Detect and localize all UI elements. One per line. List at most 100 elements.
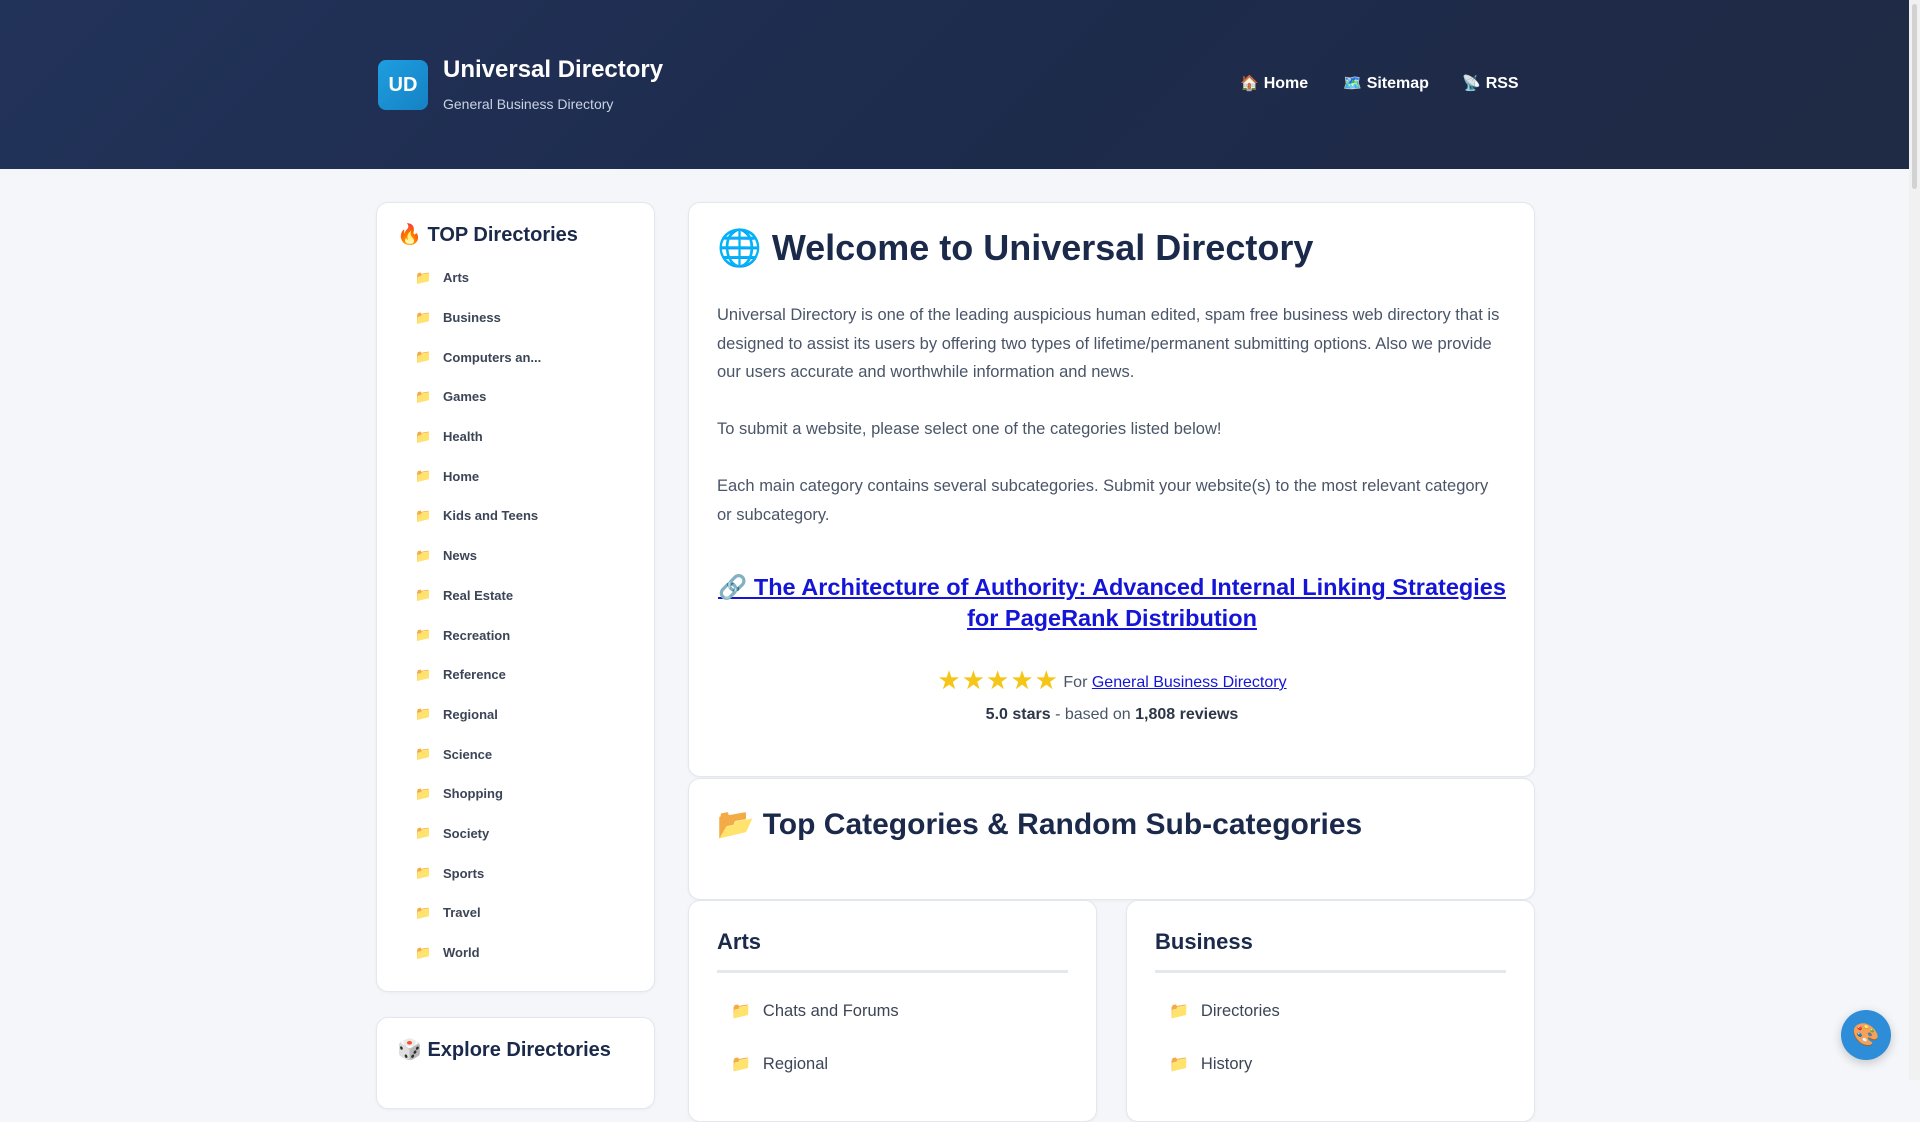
page-scrollbar[interactable] — [1909, 0, 1920, 1080]
rating-review-count: 1,808 reviews — [1135, 706, 1239, 723]
sidebar-item-label: Recreation — [443, 627, 511, 643]
category-card-business: Business 📁 Directories 📁 History — [1126, 900, 1535, 1122]
category-title[interactable]: Business — [1155, 929, 1253, 955]
subcategory-link[interactable]: 📁 Chats and Forums — [731, 1001, 899, 1021]
sidebar-item[interactable]: 📁 Reference — [415, 655, 541, 695]
category-card-arts: Arts 📁 Chats and Forums 📁 Regional — [688, 900, 1097, 1122]
site-header: UD Universal Directory General Business … — [0, 0, 1909, 169]
folder-icon: 📁 — [415, 746, 432, 762]
site-logo[interactable]: UD — [378, 60, 428, 110]
folder-icon: 📁 — [415, 587, 432, 603]
rating-summary: 5.0 stars - based on 1,808 reviews — [689, 706, 1535, 724]
sidebar-item[interactable]: 📁 Regional — [415, 695, 541, 735]
sidebar-item-label: Regional — [443, 706, 498, 722]
sidebar-item[interactable]: 📁 Arts — [415, 258, 541, 298]
sidebar-item[interactable]: 📁 World — [415, 933, 541, 973]
sidebar-item-label: World — [443, 945, 480, 961]
category-title[interactable]: Arts — [717, 929, 761, 955]
intro-paragraph: Universal Directory is one of the leadin… — [717, 306, 1500, 381]
subcategory-label: Directories — [1200, 1002, 1280, 1020]
category-divider — [1155, 970, 1506, 973]
sidebar-item-label: Home — [443, 468, 480, 484]
top-directories-panel: 🔥 TOP Directories 📁 Arts 📁 Business 📁 Compu… — [376, 202, 655, 992]
folder-icon: 📁 — [731, 1003, 751, 1020]
sidebar-item[interactable]: 📁 Computers an... — [415, 337, 541, 377]
page-title: 🌐 Welcome to Universal Directory — [717, 227, 1314, 268]
house-icon: 🏠 — [1240, 75, 1259, 92]
category-divider — [717, 970, 1068, 973]
folder-icon: 📁 — [415, 706, 432, 722]
rating-line: ★★★★★ For General Business Directory — [689, 665, 1535, 696]
sidebar-item-label: Shopping — [443, 786, 503, 802]
nav-sitemap-link[interactable]: 🗺️ Sitemap — [1343, 74, 1429, 93]
site-title[interactable]: Universal Directory — [443, 56, 663, 84]
subcategory-link[interactable]: 📁 Directories — [1169, 1001, 1280, 1021]
scrollbar-thumb[interactable] — [1912, 4, 1917, 189]
nav-rss-label: RSS — [1485, 75, 1519, 92]
satellite-antenna-icon: 📡 — [1462, 75, 1481, 92]
sidebar-item-label: News — [443, 548, 477, 564]
folder-icon: 📁 — [415, 269, 432, 285]
map-icon: 🗺️ — [1343, 75, 1362, 92]
subcategory-label: Regional — [762, 1055, 829, 1073]
sidebar-item-label: Health — [443, 429, 483, 445]
sidebar-item-label: Arts — [443, 270, 470, 286]
sidebar-item-label: Games — [443, 389, 487, 405]
submit-instruction: To submit a website, please select one o… — [717, 420, 1222, 438]
subcategory-link[interactable]: 📁 Regional — [731, 1054, 828, 1074]
rating-directory-link[interactable]: General Business Directory — [1092, 674, 1287, 691]
sidebar-item[interactable]: 📁 Real Estate — [415, 576, 541, 616]
folder-icon: 📁 — [415, 904, 432, 920]
sidebar-item[interactable]: 📁 Sports — [415, 853, 541, 893]
theme-toggle-button[interactable]: 🎨 — [1841, 1010, 1891, 1060]
sidebar-item[interactable]: 📁 Business — [415, 298, 541, 338]
sidebar-item-label: Real Estate — [443, 587, 514, 603]
featured-article-link[interactable]: 🔗 The Architecture of Authority: Advance… — [717, 572, 1507, 634]
folder-icon: 📁 — [1169, 1003, 1189, 1020]
five-star-icon: ★★★★★ — [937, 665, 1059, 695]
site-subtitle: General Business Directory — [443, 96, 614, 112]
folder-icon: 📁 — [731, 1056, 751, 1073]
sidebar-item[interactable]: 📁 Travel — [415, 893, 541, 933]
palette-icon: 🎨 — [1852, 1022, 1880, 1047]
folder-icon: 📁 — [415, 825, 432, 841]
category-instruction: Each main category contains several subc… — [717, 477, 1489, 524]
sidebar-item-label: Kids and Teens — [443, 508, 539, 524]
subcategory-label: Chats and Forums — [762, 1002, 899, 1020]
sidebar-item-label: Business — [443, 310, 501, 326]
sidebar-item[interactable]: 📁 Kids and Teens — [415, 496, 541, 536]
rating-mid-text: - based on — [1055, 706, 1131, 723]
top-directories-title: 🔥 TOP Directories — [397, 224, 578, 246]
folder-icon: 📁 — [415, 666, 432, 682]
nav-rss-link[interactable]: 📡 RSS — [1462, 74, 1519, 93]
sidebar-item-label: Society — [443, 825, 490, 841]
folder-icon: 📁 — [415, 388, 432, 404]
folder-icon: 📁 — [415, 547, 432, 563]
sidebar-item[interactable]: 📁 Health — [415, 417, 541, 457]
sidebar-item[interactable]: 📁 Recreation — [415, 615, 541, 655]
sidebar-item[interactable]: 📁 Home — [415, 456, 541, 496]
folder-icon: 📁 — [415, 507, 432, 523]
sidebar-item[interactable]: 📁 Society — [415, 814, 541, 854]
sidebar-item[interactable]: 📁 Shopping — [415, 774, 541, 814]
sidebar-item-label: Science — [443, 746, 493, 762]
sidebar-item-label: Computers an... — [443, 349, 542, 365]
sidebar-item-label: Reference — [443, 667, 506, 683]
welcome-card: 🌐 Welcome to Universal Directory Univers… — [688, 202, 1535, 777]
sidebar-item[interactable]: 📁 News — [415, 536, 541, 576]
explore-directories-panel: 🎲 Explore Directories — [376, 1017, 655, 1109]
explore-directories-title: 🎲 Explore Directories — [397, 1039, 611, 1061]
folder-icon: 📁 — [415, 785, 432, 801]
subcategory-label: History — [1200, 1055, 1253, 1073]
folder-icon: 📁 — [415, 468, 432, 484]
subcategory-link[interactable]: 📁 History — [1169, 1054, 1252, 1074]
sidebar-item[interactable]: 📁 Science — [415, 734, 541, 774]
nav-sitemap-label: Sitemap — [1366, 75, 1429, 92]
nav-home-link[interactable]: 🏠 Home — [1240, 74, 1308, 93]
sidebar-item-label: Sports — [443, 865, 485, 881]
sidebar-item[interactable]: 📁 Games — [415, 377, 541, 417]
folder-icon: 📁 — [415, 944, 432, 960]
folder-icon: 📁 — [415, 349, 432, 365]
folder-icon: 📁 — [415, 865, 432, 881]
top-directories-list: 📁 Arts 📁 Business 📁 Computers an... 📁 Games … — [415, 258, 541, 972]
